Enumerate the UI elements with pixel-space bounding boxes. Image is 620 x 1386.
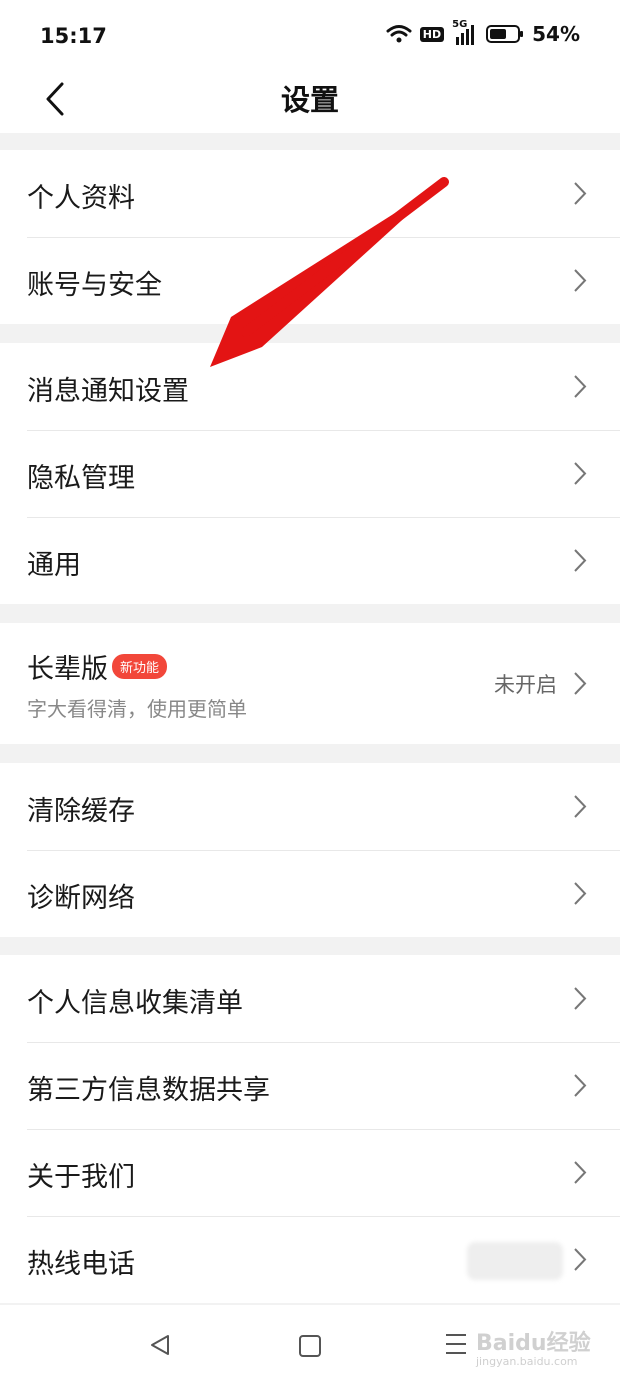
hd-icon: HD xyxy=(419,26,445,42)
settings-item-elder-mode[interactable]: 长辈版 新功能 字大看得清，使用更简单 未开启 xyxy=(0,623,620,744)
chevron-right-icon xyxy=(574,1074,587,1097)
nav-recents-icon[interactable] xyxy=(446,1334,466,1361)
nav-back-icon[interactable] xyxy=(148,1333,172,1357)
settings-group-tools: 清除缓存 诊断网络 xyxy=(0,763,620,937)
settings-item-label: 清除缓存 xyxy=(27,796,135,827)
settings-item-label: 热线电话 xyxy=(27,1249,135,1280)
settings-group-notifications: 消息通知设置 隐私管理 通用 xyxy=(0,343,620,604)
settings-item-label: 关于我们 xyxy=(27,1162,135,1193)
page-title: 设置 xyxy=(280,83,339,117)
chevron-right-icon xyxy=(574,462,587,485)
settings-item-clear-cache[interactable]: 清除缓存 xyxy=(0,763,620,850)
battery-percent: 54% xyxy=(532,22,580,46)
settings-item-profile[interactable]: 个人资料 xyxy=(0,150,620,237)
settings-item-label: 个人资料 xyxy=(27,183,135,214)
settings-item-label: 消息通知设置 xyxy=(27,376,189,407)
header: 设置 xyxy=(0,75,620,133)
settings-group-info: 个人信息收集清单 第三方信息数据共享 关于我们 热线电话 xyxy=(0,955,620,1303)
chevron-right-icon xyxy=(574,1161,587,1184)
chevron-right-icon xyxy=(574,882,587,905)
chevron-right-icon xyxy=(574,987,587,1010)
settings-item-label: 通用 xyxy=(27,550,81,581)
settings-item-account-security[interactable]: 账号与安全 xyxy=(0,237,620,324)
settings-item-privacy[interactable]: 隐私管理 xyxy=(0,430,620,517)
settings-item-third-party-sharing[interactable]: 第三方信息数据共享 xyxy=(0,1042,620,1129)
settings-item-info-collection[interactable]: 个人信息收集清单 xyxy=(0,955,620,1042)
settings-item-value: 未开启 xyxy=(494,673,557,697)
settings-item-hotline[interactable]: 热线电话 xyxy=(0,1216,620,1303)
settings-item-label: 个人信息收集清单 xyxy=(27,988,243,1019)
system-nav-bar: Baidu经验 jingyan.baidu.com xyxy=(0,1305,620,1386)
signal-icon: 5G xyxy=(452,19,478,45)
status-bar: 15:17 HD 5G 54% xyxy=(0,0,620,75)
settings-group-account: 个人资料 账号与安全 xyxy=(0,150,620,324)
settings-group-elder: 长辈版 新功能 字大看得清，使用更简单 未开启 xyxy=(0,623,620,744)
chevron-right-icon xyxy=(574,549,587,572)
watermark-logo: Baidu经验 xyxy=(476,1331,591,1356)
chevron-right-icon xyxy=(574,182,587,205)
settings-item-about-us[interactable]: 关于我们 xyxy=(0,1129,620,1216)
settings-item-general[interactable]: 通用 xyxy=(0,517,620,604)
chevron-right-icon xyxy=(574,1248,587,1271)
status-time: 15:17 xyxy=(40,24,107,48)
nav-home-icon[interactable] xyxy=(299,1335,321,1357)
chevron-right-icon xyxy=(574,269,587,292)
settings-item-label: 第三方信息数据共享 xyxy=(27,1075,270,1106)
settings-item-label: 账号与安全 xyxy=(27,270,162,301)
settings-item-notifications[interactable]: 消息通知设置 xyxy=(0,343,620,430)
settings-item-label: 隐私管理 xyxy=(27,463,135,494)
blurred-phone-number xyxy=(467,1242,563,1280)
chevron-right-icon xyxy=(574,672,587,695)
settings-item-network-diagnosis[interactable]: 诊断网络 xyxy=(0,850,620,937)
chevron-right-icon xyxy=(574,795,587,818)
settings-item-label: 长辈版 新功能 xyxy=(27,647,168,686)
wifi-icon xyxy=(386,25,412,43)
battery-icon xyxy=(486,25,524,43)
chevron-right-icon xyxy=(574,375,587,398)
settings-item-subtitle: 字大看得清，使用更简单 xyxy=(27,697,247,721)
settings-item-label: 诊断网络 xyxy=(27,883,135,914)
new-feature-badge: 新功能 xyxy=(112,654,168,679)
watermark-url: jingyan.baidu.com xyxy=(476,1355,578,1368)
